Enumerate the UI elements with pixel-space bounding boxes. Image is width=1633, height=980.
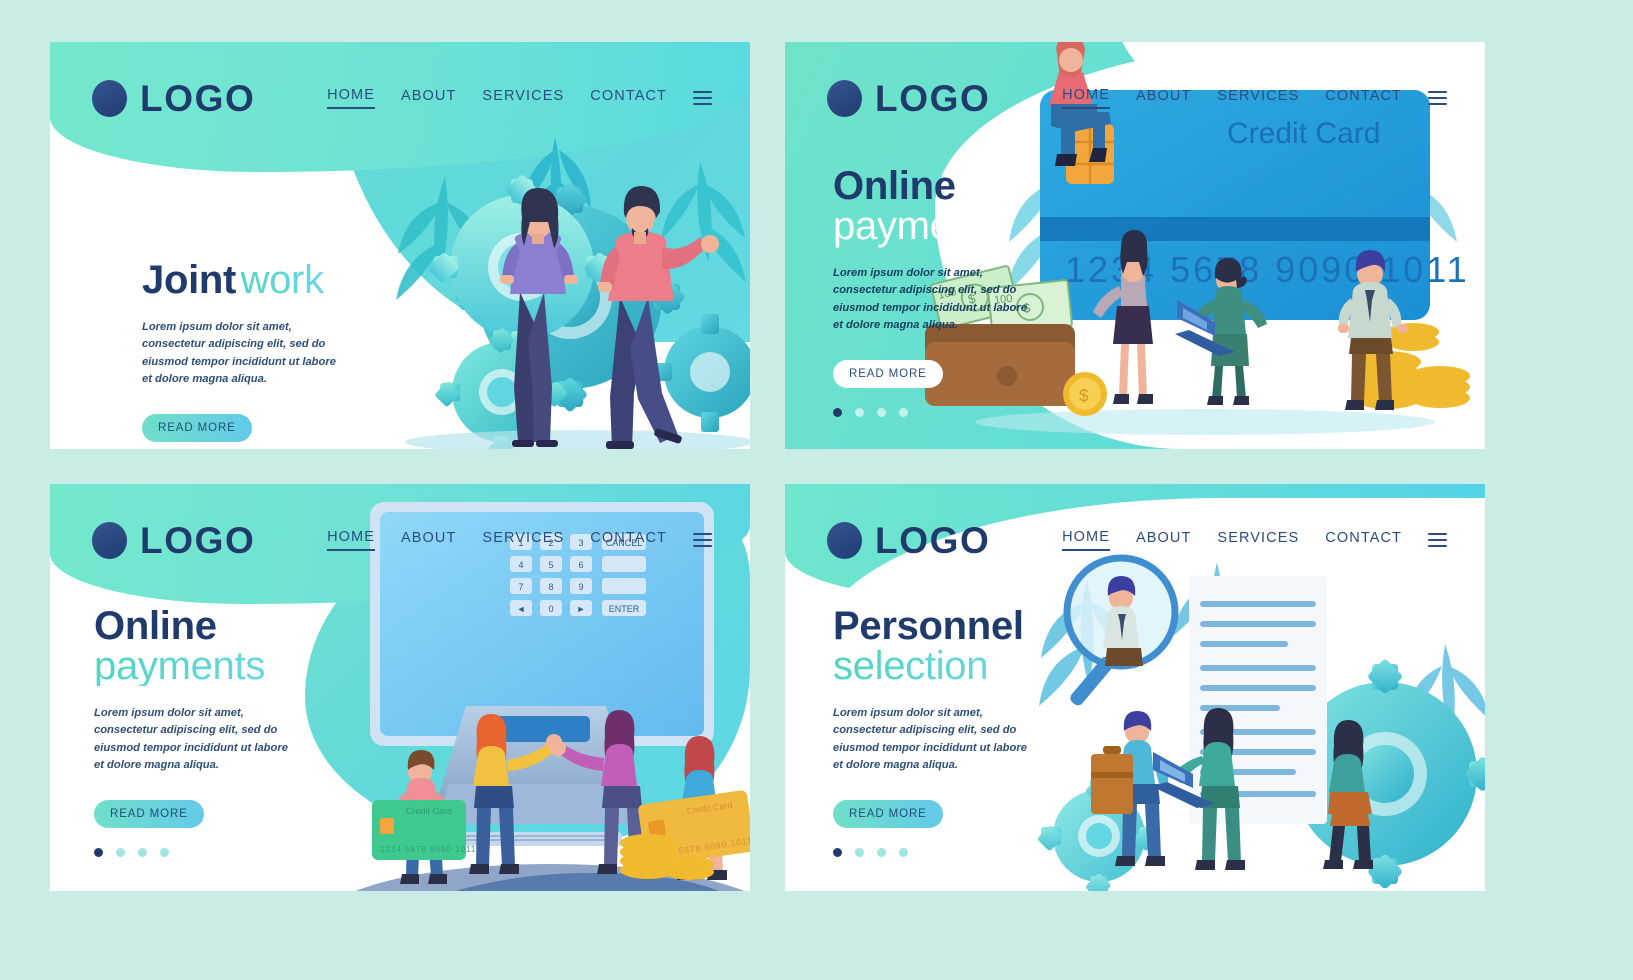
hero-paragraph: Lorem ipsum dolor sit amet, consectetur … [94, 707, 288, 772]
main-nav: HOME ABOUT SERVICES CONTACT [327, 87, 712, 109]
hero-copy-panel-1: Joint work Lorem ipsum dolor sit amet, c… [142, 260, 347, 449]
poster-canvas: LOGO HOME ABOUT SERVICES CONTACT Joint w… [0, 0, 1633, 980]
nav-item-home[interactable]: HOME [327, 87, 375, 109]
title-line-1: Online [94, 604, 217, 648]
hamburger-menu-icon[interactable] [693, 90, 712, 106]
main-nav: HOME ABOUT SERVICES CONTACT [1062, 529, 1447, 551]
slider-dot-3[interactable] [877, 848, 886, 858]
hamburger-menu-icon[interactable] [1428, 532, 1447, 548]
title-line-2: work [240, 258, 325, 302]
nav-item-services[interactable]: SERVICES [482, 530, 564, 550]
slider-dot-1[interactable] [94, 848, 103, 858]
slider-dots [833, 408, 1038, 418]
svg-text:Credit Card: Credit Card [406, 806, 452, 816]
circle-logo-mark [827, 521, 862, 559]
briefcase-icon [1091, 746, 1133, 814]
slider-dots [94, 848, 299, 858]
gold-coin: $ [1063, 372, 1107, 416]
logo-text: LOGO [140, 77, 256, 119]
nav-item-home[interactable]: HOME [1062, 529, 1110, 551]
title-line-2: payments [833, 204, 1005, 248]
slider-dot-2[interactable] [116, 848, 125, 858]
slider-dot-4[interactable] [899, 408, 908, 418]
circle-logo-mark [827, 79, 862, 117]
hero-paragraph: Lorem ipsum dolor sit amet, consectetur … [833, 707, 1027, 772]
hero-paragraph: Lorem ipsum dolor sit amet, consectetur … [142, 321, 336, 386]
title-line-2: payments [94, 646, 299, 686]
logo-text: LOGO [140, 519, 256, 561]
header-panel-4: LOGO HOME ABOUT SERVICES CONTACT [785, 484, 1485, 596]
circle-logo-mark [92, 79, 127, 117]
svg-text:0: 0 [548, 604, 553, 614]
hamburger-menu-icon[interactable] [693, 532, 712, 548]
logo-text: LOGO [875, 519, 991, 561]
nav-item-services[interactable]: SERVICES [1217, 88, 1299, 108]
read-more-button[interactable]: READ MORE [833, 800, 943, 829]
slider-dot-4[interactable] [899, 848, 908, 858]
page-title: Personnel selection [833, 606, 1038, 686]
svg-text:►: ► [577, 604, 586, 614]
page-title: Joint work [142, 260, 347, 300]
nav-item-about[interactable]: ABOUT [1136, 530, 1191, 550]
slider-dot-1[interactable] [833, 408, 842, 418]
credit-card-green: 1234 5678 9090 1011 Credit Card [372, 800, 476, 860]
header-panel-2: LOGO HOME ABOUT SERVICES CONTACT [785, 42, 1485, 154]
slider-dot-3[interactable] [138, 848, 147, 858]
hero-copy-panel-2: Online payments Lorem ipsum dolor sit am… [833, 166, 1038, 418]
nav-item-contact[interactable]: CONTACT [1325, 88, 1402, 108]
title-line-1: Online [833, 164, 956, 208]
title-line-1: Joint [142, 258, 237, 302]
title-line-1: Personnel [833, 604, 1024, 648]
read-more-button[interactable]: READ MORE [833, 360, 943, 389]
nav-item-services[interactable]: SERVICES [482, 88, 564, 108]
nav-item-contact[interactable]: CONTACT [1325, 530, 1402, 550]
main-nav: HOME ABOUT SERVICES CONTACT [327, 529, 712, 551]
landing-page-joint-work: LOGO HOME ABOUT SERVICES CONTACT Joint w… [50, 42, 750, 449]
hero-paragraph: Lorem ipsum dolor sit amet, consectetur … [833, 267, 1027, 332]
nav-item-home[interactable]: HOME [1062, 87, 1110, 109]
slider-dots [833, 848, 1038, 858]
slider-dot-2[interactable] [855, 408, 864, 418]
main-nav: HOME ABOUT SERVICES CONTACT [1062, 87, 1447, 109]
nav-item-about[interactable]: ABOUT [401, 88, 456, 108]
logo[interactable]: LOGO [92, 519, 256, 561]
read-more-button[interactable]: READ MORE [94, 800, 204, 829]
header-panel-1: LOGO HOME ABOUT SERVICES CONTACT [50, 42, 750, 154]
landing-page-personnel-selection: LOGO HOME ABOUT SERVICES CONTACT Personn… [785, 484, 1485, 891]
hamburger-menu-icon[interactable] [1428, 90, 1447, 106]
slider-dot-4[interactable] [160, 848, 169, 858]
logo[interactable]: LOGO [92, 77, 256, 119]
circle-logo-mark [92, 521, 127, 559]
read-more-button[interactable]: READ MORE [142, 414, 252, 443]
nav-item-contact[interactable]: CONTACT [590, 88, 667, 108]
logo[interactable]: LOGO [827, 77, 991, 119]
nav-item-home[interactable]: HOME [327, 529, 375, 551]
nav-item-about[interactable]: ABOUT [1136, 88, 1191, 108]
slider-dot-2[interactable] [855, 848, 864, 858]
slider-dot-3[interactable] [877, 408, 886, 418]
logo-text: LOGO [875, 77, 991, 119]
landing-page-online-payments-card: Credit Card 1234 5678 9090 1011 $ 100 $ … [785, 42, 1485, 449]
landing-page-online-payments-atm: 1 2 3 CANCEL 456 789 ◄ 0 ► ENTER 1234 56… [50, 484, 750, 891]
page-title: Online payments [833, 166, 1038, 246]
header-panel-3: LOGO HOME ABOUT SERVICES CONTACT [50, 484, 750, 596]
nav-item-contact[interactable]: CONTACT [590, 530, 667, 550]
svg-text:1234 5678 9090 1011: 1234 5678 9090 1011 [380, 845, 476, 854]
svg-text:◄: ◄ [517, 604, 526, 614]
logo[interactable]: LOGO [827, 519, 991, 561]
title-line-2: selection [833, 646, 1038, 686]
nav-item-about[interactable]: ABOUT [401, 530, 456, 550]
page-title: Online payments [94, 606, 299, 686]
nav-item-services[interactable]: SERVICES [1217, 530, 1299, 550]
template-grid: LOGO HOME ABOUT SERVICES CONTACT Joint w… [50, 42, 1485, 894]
hero-copy-panel-3: Online payments Lorem ipsum dolor sit am… [94, 606, 299, 858]
slider-dot-1[interactable] [833, 848, 842, 858]
hero-copy-panel-4: Personnel selection Lorem ipsum dolor si… [833, 606, 1038, 858]
svg-text:$: $ [1079, 386, 1089, 405]
svg-text:ENTER: ENTER [609, 604, 640, 614]
